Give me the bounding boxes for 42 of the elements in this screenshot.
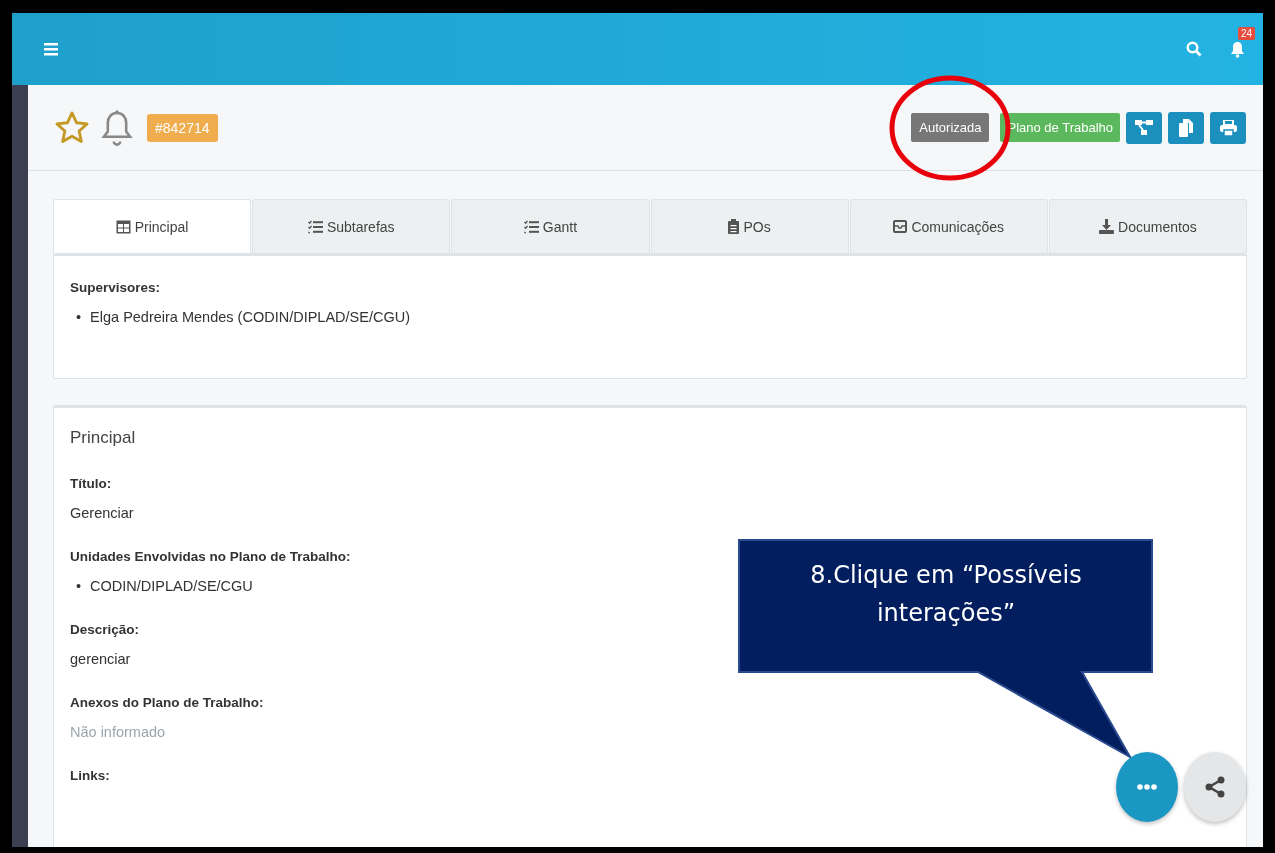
search-button[interactable] (1186, 41, 1202, 57)
field-label: Descrição: (70, 622, 141, 637)
ticket-number-badge: #842714 (147, 113, 218, 142)
field-value: gerenciar (70, 651, 132, 667)
share-icon (1205, 776, 1225, 798)
bell-icon[interactable] (101, 108, 133, 147)
menu-button[interactable] (44, 42, 58, 56)
section-title: Principal (70, 428, 137, 448)
field-empty-value: Não informado (70, 724, 167, 740)
field-label: Supervisores: (70, 280, 162, 295)
checklist-icon (307, 219, 323, 234)
tab[interactable]: Comunicações (849, 199, 1048, 253)
bullet: • (76, 308, 82, 327)
download-icon (1099, 219, 1115, 234)
field-label: Unidades Envolvidas no Plano de Trabalho: (70, 549, 352, 564)
field-label: Anexos do Plano de Trabalho: (70, 695, 265, 710)
copy-icon (1179, 118, 1193, 137)
copy-button[interactable] (1168, 111, 1204, 144)
tab[interactable]: Principal (53, 199, 252, 253)
notifications-button[interactable] (1230, 40, 1245, 58)
tab[interactable]: Subtarefas (252, 199, 451, 253)
bullet: • (76, 577, 82, 596)
clipboard-icon (728, 219, 740, 234)
more-icon (1137, 784, 1157, 790)
field-label: Título: (70, 476, 113, 491)
tab[interactable]: Documentos (1048, 199, 1247, 253)
tab[interactable]: Gantt (451, 199, 650, 253)
field-label: Links: (70, 768, 111, 783)
status-label: Autorizada (911, 113, 990, 142)
callout-text: 8.Clique em “Possíveis interações” (809, 560, 1083, 630)
hierarchy-button[interactable] (1126, 111, 1162, 144)
unit-name: CODIN/DIPLAD/SE/CGU (90, 577, 253, 596)
print-icon (1219, 119, 1237, 136)
hierarchy-icon (1135, 119, 1153, 136)
tab[interactable]: POs (650, 199, 849, 253)
field-value: Gerenciar (70, 505, 135, 521)
table-icon (115, 219, 131, 234)
notification-count: 24 (1237, 26, 1255, 40)
envelope-icon (893, 220, 908, 233)
checklist-icon (523, 219, 539, 234)
supervisor-name: Elga Pedreira Mendes (CODIN/DIPLAD/SE/CGU) (90, 308, 410, 327)
print-button[interactable] (1210, 111, 1246, 144)
